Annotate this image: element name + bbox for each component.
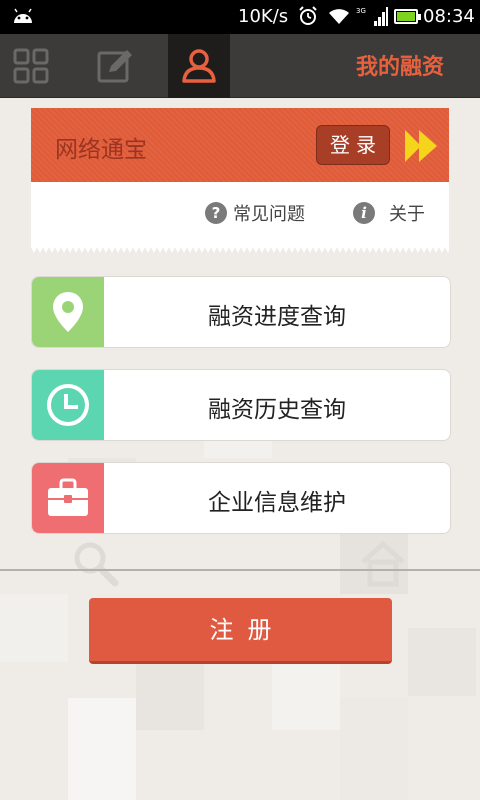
menu-item-progress[interactable]: 融资进度查询 — [31, 276, 451, 348]
menu-label: 融资进度查询 — [208, 304, 346, 330]
login-button[interactable]: 登录 — [316, 125, 390, 165]
wifi-icon — [329, 9, 349, 24]
user-icon — [182, 49, 216, 83]
signal-icon: 3G — [356, 7, 388, 26]
briefcase-icon — [48, 478, 88, 516]
search-icon — [74, 542, 119, 587]
divider — [0, 569, 480, 571]
faq-link[interactable]: ? 常见问题 — [205, 200, 305, 226]
network-speed: 10K/s — [238, 6, 289, 27]
tab-grid[interactable] — [0, 34, 62, 98]
clock-icon — [47, 384, 89, 426]
battery-icon — [394, 9, 421, 24]
info-icon: i — [353, 202, 375, 224]
menu-icon-bg — [32, 370, 104, 440]
login-card: 网络通宝 登录 ? 常见问题 i 关于 — [31, 108, 449, 253]
card-links: ? 常见问题 i 关于 — [31, 200, 449, 230]
alarm-icon — [299, 6, 317, 25]
card-edge — [31, 247, 449, 253]
menu-item-history[interactable]: 融资历史查询 — [31, 369, 451, 441]
question-icon: ? — [205, 202, 227, 224]
forward-arrow-icon[interactable] — [403, 128, 439, 164]
app-name: 网络通宝 — [55, 137, 147, 163]
tab-profile[interactable] — [168, 34, 230, 98]
home-icon — [361, 540, 405, 587]
about-label: 关于 — [389, 204, 425, 225]
login-banner: 网络通宝 登录 — [31, 108, 449, 182]
status-bar: 10K/s 3G 08:34 — [0, 0, 480, 34]
location-pin-icon — [53, 292, 83, 332]
svg-text:3G: 3G — [356, 7, 366, 15]
tab-edit[interactable] — [84, 34, 146, 98]
menu-icon-bg — [32, 463, 104, 533]
top-nav: 我的融资 — [0, 34, 480, 98]
android-icon — [14, 8, 32, 23]
about-link[interactable]: i 关于 — [353, 200, 425, 226]
grid-icon — [13, 48, 49, 84]
faq-label: 常见问题 — [233, 204, 305, 225]
register-button[interactable]: 注册 — [89, 598, 392, 664]
edit-icon — [97, 50, 132, 83]
menu-icon-bg — [32, 277, 104, 347]
menu-item-company-info[interactable]: 企业信息维护 — [31, 462, 451, 534]
menu-label: 企业信息维护 — [208, 490, 346, 516]
menu-label: 融资历史查询 — [208, 397, 346, 423]
page-title: 我的融资 — [355, 55, 444, 80]
clock-time: 08:34 — [423, 6, 475, 27]
